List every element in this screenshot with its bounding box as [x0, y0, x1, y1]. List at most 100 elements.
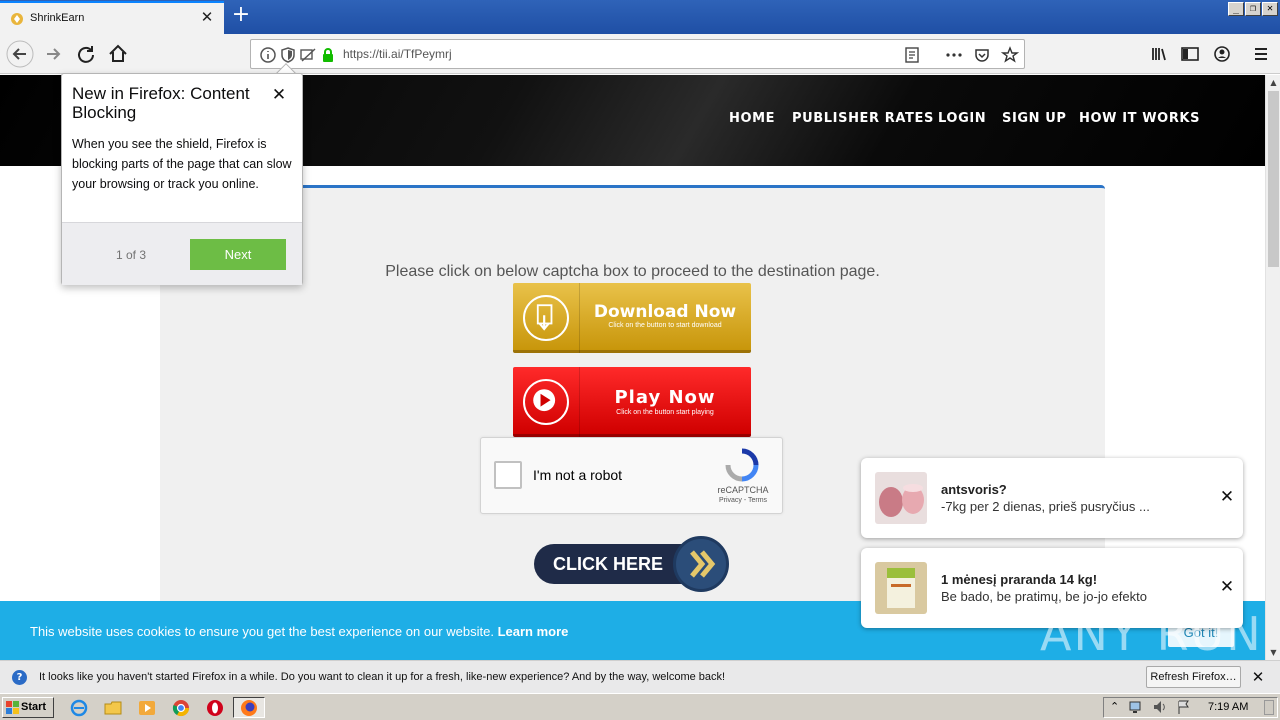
window-close-button[interactable]: ✕	[1262, 2, 1278, 16]
question-icon: ?	[12, 670, 27, 685]
page-actions-icon[interactable]	[945, 46, 963, 64]
play-icon	[523, 379, 569, 425]
hamburger-icon	[1255, 48, 1267, 60]
nav-how-it-works[interactable]: HOW IT WORKS	[1079, 111, 1200, 126]
anyrun-watermark: ANY RUN	[1040, 607, 1263, 661]
nav-toolbar: https://tii.ai/TfPeymrj	[0, 34, 1280, 74]
recaptcha-label: I'm not a robot	[533, 467, 623, 483]
restore-button[interactable]: ❐	[1245, 2, 1261, 16]
recaptcha-checkbox[interactable]	[494, 461, 522, 489]
download-now-sublabel: Click on the button to start download	[608, 322, 722, 329]
infobar-message: It looks like you haven't started Firefo…	[39, 671, 726, 683]
recaptcha-brand: reCAPTCHA	[717, 485, 769, 495]
back-button[interactable]	[6, 40, 34, 68]
play-now-sublabel: Click on the button start playing	[616, 409, 714, 416]
notification-title: antsvoris?	[941, 482, 1007, 497]
tab-shrinkearn[interactable]: ShrinkEarn ✕	[0, 1, 224, 34]
reload-icon	[78, 46, 94, 63]
account-button[interactable]	[1208, 40, 1236, 68]
notification-card[interactable]: antsvoris? -7kg per 2 dienas, prieš pusr…	[861, 458, 1243, 538]
new-tab-button[interactable]: +	[229, 4, 253, 28]
button-divider	[579, 367, 580, 437]
network-icon[interactable]	[1128, 699, 1144, 715]
nav-sign-up[interactable]: SIGN UP	[1002, 111, 1067, 126]
close-icon[interactable]: ✕	[268, 84, 290, 106]
close-icon[interactable]: ✕	[1249, 668, 1267, 686]
screen: ShrinkEarn ✕ + _ ❐ ✕ https://tii.ai/TfPe…	[0, 0, 1280, 720]
recaptcha-privacy-terms[interactable]: Privacy - Terms	[703, 497, 783, 504]
sidebar-button[interactable]	[1176, 40, 1204, 68]
tracking-permissions-icon[interactable]	[299, 46, 317, 64]
taskbar-clock: 7:19 AM	[1208, 701, 1249, 713]
media-player-icon[interactable]	[138, 699, 156, 717]
minimize-button[interactable]: _	[1228, 2, 1244, 16]
shrinkearn-favicon-icon	[11, 13, 23, 25]
step-indicator: 1 of 3	[116, 248, 147, 262]
firefox-icon	[241, 700, 257, 716]
next-button[interactable]: Next	[190, 239, 286, 270]
pocket-icon[interactable]	[973, 46, 991, 64]
sidebar-icon	[1181, 47, 1199, 61]
chrome-icon[interactable]	[172, 699, 190, 717]
show-desktop-button[interactable]	[1264, 700, 1274, 715]
download-file-icon	[523, 295, 569, 341]
tab-strip: ShrinkEarn ✕ + _ ❐ ✕	[0, 0, 1280, 34]
lock-icon	[319, 46, 337, 64]
address-bar[interactable]: https://tii.ai/TfPeymrj	[250, 39, 1025, 69]
library-icon	[1152, 48, 1166, 61]
vertical-scrollbar[interactable]: ▲ ▼	[1265, 75, 1280, 660]
nav-publisher-rates[interactable]: PUBLISHER RATES	[792, 111, 934, 126]
close-icon[interactable]: ✕	[1217, 577, 1237, 597]
start-label: Start	[21, 701, 47, 713]
refresh-firefox-bar: ? It looks like you haven't started Fire…	[0, 660, 1280, 693]
close-icon[interactable]: ✕	[198, 8, 216, 26]
close-icon[interactable]: ✕	[1217, 487, 1237, 507]
notification-title: 1 mėnesį praranda 14 kg!	[941, 572, 1098, 587]
recaptcha-logo-icon	[725, 448, 759, 482]
popup-footer: 1 of 3 Next	[62, 222, 302, 285]
download-now-label: Download Now	[593, 302, 737, 322]
home-button[interactable]	[104, 40, 132, 68]
bookmark-star-icon[interactable]	[1000, 46, 1020, 64]
volume-icon[interactable]	[1152, 699, 1168, 715]
system-tray: ⌃ 7:19 AM	[1103, 697, 1278, 718]
taskbar: Start ⌃ 7:19 AM	[0, 693, 1280, 720]
opera-icon[interactable]	[206, 699, 224, 717]
forward-button[interactable]	[40, 40, 68, 68]
scroll-thumb[interactable]	[1268, 91, 1279, 267]
content-blocking-popup: New in Firefox: Content Blocking ✕ When …	[61, 73, 303, 285]
taskbar-firefox-active[interactable]	[233, 697, 265, 718]
action-center-flag-icon[interactable]	[1176, 699, 1192, 715]
popup-title: New in Firefox: Content Blocking	[72, 84, 250, 122]
recaptcha-widget: I'm not a robot reCAPTCHA Privacy - Term…	[480, 437, 783, 514]
refresh-firefox-button[interactable]: Refresh Firefox…	[1146, 666, 1241, 688]
notification-body: -7kg per 2 dienas, prieš pusryčius ...	[941, 499, 1150, 514]
nav-login[interactable]: LOGIN	[938, 111, 986, 126]
learn-more-link[interactable]: Learn more	[498, 624, 569, 639]
double-chevron-right-icon[interactable]	[673, 536, 729, 592]
popup-body: When you see the shield, Firefox is bloc…	[72, 137, 292, 191]
scroll-down-arrow-icon[interactable]: ▼	[1267, 645, 1280, 660]
reader-view-icon[interactable]	[903, 46, 921, 64]
folder-icon[interactable]	[104, 699, 122, 717]
library-button[interactable]	[1145, 40, 1173, 68]
info-icon[interactable]	[259, 46, 277, 64]
account-icon	[1214, 46, 1230, 62]
menu-button[interactable]	[1247, 40, 1275, 68]
nav-home[interactable]: HOME	[729, 111, 775, 126]
notification-body: Be bado, be pratimų, be jo-jo efekto	[941, 589, 1147, 604]
play-now-button[interactable]: Play Now Click on the button start playi…	[513, 367, 751, 437]
reload-button[interactable]	[72, 40, 100, 68]
internet-explorer-icon[interactable]	[70, 699, 88, 717]
tray-expand-icon[interactable]: ⌃	[1110, 700, 1119, 713]
start-button[interactable]: Start	[2, 697, 54, 718]
play-now-label: Play Now	[614, 387, 716, 408]
download-now-button[interactable]: Download Now Click on the button to star…	[513, 283, 751, 353]
notification-thumbnail	[875, 562, 927, 614]
back-arrow-icon	[6, 40, 34, 68]
url-text: https://tii.ai/TfPeymrj	[343, 47, 452, 61]
scroll-up-arrow-icon[interactable]: ▲	[1267, 75, 1280, 90]
windows-logo-icon	[6, 701, 19, 714]
shield-icon[interactable]	[279, 46, 297, 64]
click-here-button[interactable]: CLICK HERE	[534, 544, 694, 584]
